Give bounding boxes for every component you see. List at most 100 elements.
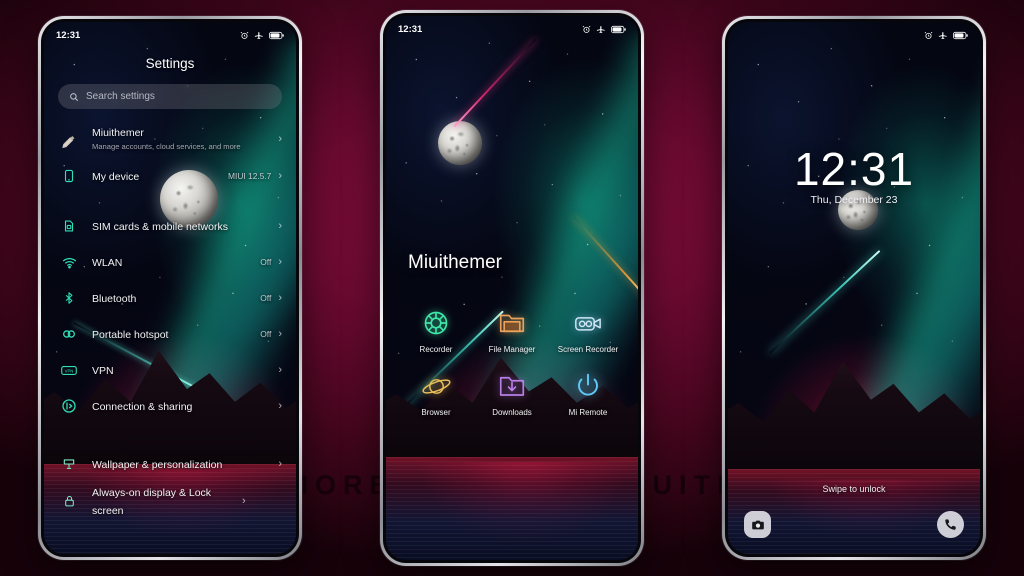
settings-row-bluetooth[interactable]: Bluetooth Off › — [44, 280, 296, 316]
app-recorder[interactable]: Recorder — [398, 306, 474, 355]
settings-row-sim-cards[interactable]: SIM cards & mobile networks › — [44, 208, 296, 244]
alarm-icon — [582, 25, 591, 33]
row-title: WLAN — [92, 257, 123, 269]
app-label: Recorder — [419, 345, 453, 354]
settings-row-wallpaper[interactable]: Wallpaper & personalization › — [44, 446, 296, 482]
row-value: MIUI 12.5.7 — [228, 171, 272, 181]
page-title: Settings — [145, 56, 195, 71]
app-downloads[interactable]: Downloads — [474, 369, 550, 418]
chevron-right-icon: › — [278, 399, 282, 412]
connection-share-icon — [58, 398, 80, 414]
phone-bezel: 12:31 Miuithemer Recorder File Manager S… — [383, 13, 641, 563]
home-screen-title: Miuithemer — [408, 252, 502, 273]
sim-card-icon — [58, 219, 80, 233]
row-subtitle: Manage accounts, cloud services, and mor… — [92, 141, 241, 151]
wallpaper-icon — [58, 457, 80, 471]
row-value: Off — [260, 257, 272, 267]
settings-screen: 12:31 Settings Search settings Miuitheme… — [44, 22, 296, 554]
search-icon — [70, 92, 79, 101]
app-browser[interactable]: Browser — [398, 369, 474, 418]
phone-icon — [945, 519, 956, 530]
search-input[interactable]: Search settings — [58, 84, 282, 109]
battery-icon — [269, 31, 284, 39]
planet-icon — [419, 369, 453, 403]
chevron-right-icon: › — [278, 363, 282, 376]
hotspot-icon — [58, 326, 80, 342]
app-label: File Manager — [488, 345, 536, 354]
app-label: Browser — [421, 408, 451, 417]
wifi-icon — [58, 255, 80, 270]
row-title: Connection & sharing — [92, 401, 193, 413]
phone-home-screen: 12:31 Miuithemer Recorder File Manager S… — [380, 10, 644, 566]
phone-lock-screen: 12:31 Thu, December 23 Swipe to unlock — [722, 16, 986, 560]
status-time: 12:31 — [56, 29, 81, 41]
chevron-right-icon: › — [278, 291, 282, 304]
app-grid: Recorder File Manager Screen Recorder Br… — [398, 306, 626, 418]
row-title: SIM cards & mobile networks — [92, 221, 228, 233]
chevron-right-icon: › — [278, 219, 282, 232]
settings-row-always-on-display[interactable]: Always-on display & Lock screen › — [44, 482, 296, 520]
vpn-icon: VPN — [58, 364, 80, 377]
bluetooth-icon — [58, 291, 80, 305]
phone-shortcut[interactable] — [937, 511, 964, 538]
alarm-icon — [240, 31, 249, 39]
folder-icon — [495, 306, 529, 340]
video-camera-icon — [571, 306, 605, 340]
lock-screen: 12:31 Thu, December 23 Swipe to unlock — [728, 22, 980, 554]
chevron-right-icon: › — [278, 255, 282, 268]
row-title: My device — [92, 171, 140, 183]
moon-decoration — [438, 121, 482, 165]
swipe-hint: Swipe to unlock — [822, 484, 886, 494]
phone-bezel: 12:31 Thu, December 23 Swipe to unlock — [725, 19, 983, 557]
phone-device-icon — [58, 169, 80, 183]
row-title: Always-on display & Lock screen — [92, 487, 212, 517]
app-screen-recorder[interactable]: Screen Recorder — [550, 306, 626, 355]
lock-icon — [58, 494, 80, 508]
battery-icon — [611, 25, 626, 33]
settings-row-hotspot[interactable]: Portable hotspot Off › — [44, 316, 296, 352]
camera-shortcut[interactable] — [744, 511, 771, 538]
phone-settings: 12:31 Settings Search settings Miuitheme… — [38, 16, 302, 560]
row-value: Off — [260, 329, 272, 339]
settings-row-connection-sharing[interactable]: Connection & sharing › — [44, 388, 296, 424]
settings-row-wlan[interactable]: WLAN Off › — [44, 244, 296, 280]
row-title: Wallpaper & personalization — [92, 459, 223, 471]
status-bar: 12:31 — [44, 22, 296, 48]
status-time: 12:31 — [398, 23, 423, 35]
chevron-right-icon: › — [278, 457, 282, 470]
airplane-mode-icon — [254, 32, 263, 40]
row-title: Bluetooth — [92, 293, 137, 305]
app-mi-remote[interactable]: Mi Remote — [550, 369, 626, 418]
app-label: Screen Recorder — [557, 345, 619, 354]
app-file-manager[interactable]: File Manager — [474, 306, 550, 355]
airplane-mode-icon — [596, 26, 605, 34]
chevron-right-icon: › — [278, 327, 282, 340]
power-icon — [571, 369, 605, 403]
status-bar — [728, 22, 980, 48]
download-folder-icon — [495, 369, 529, 403]
status-bar: 12:31 — [386, 16, 638, 42]
airplane-mode-icon — [938, 32, 947, 40]
app-label: Downloads — [492, 408, 532, 417]
svg-text:VPN: VPN — [65, 368, 74, 373]
phone-bezel: 12:31 Settings Search settings Miuitheme… — [41, 19, 299, 557]
settings-row-account[interactable]: Miuithemer Manage accounts, cloud servic… — [44, 120, 296, 158]
row-title: VPN — [92, 365, 114, 377]
row-title: Portable hotspot — [92, 329, 169, 341]
row-title: Miuithemer — [92, 126, 144, 139]
wallpaper — [728, 22, 980, 554]
settings-list: Miuithemer Manage accounts, cloud servic… — [44, 120, 296, 554]
camera-icon — [751, 520, 764, 529]
wallpaper — [386, 16, 638, 560]
search-placeholder: Search settings — [86, 91, 155, 102]
chevron-right-icon: › — [278, 169, 282, 182]
account-icon — [58, 131, 80, 148]
chevron-right-icon: › — [242, 494, 246, 507]
lock-screen-clock: 12:31 — [793, 143, 915, 195]
app-label: Mi Remote — [568, 408, 608, 417]
lock-screen-date: Thu, December 23 — [810, 194, 898, 206]
battery-icon — [953, 31, 968, 39]
settings-row-my-device[interactable]: My device MIUI 12.5.7 › — [44, 158, 296, 194]
settings-row-vpn[interactable]: VPN VPN › — [44, 352, 296, 388]
recorder-icon — [419, 306, 453, 340]
